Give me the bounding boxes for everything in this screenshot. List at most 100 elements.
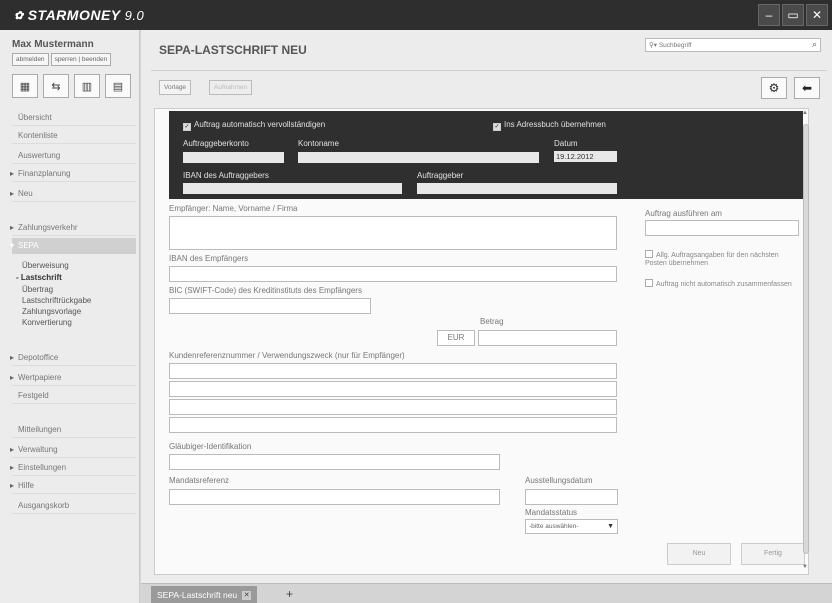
- logout-button[interactable]: abmelden: [12, 53, 49, 66]
- fertig-button[interactable]: Fertig: [741, 543, 805, 565]
- search-placeholder: Suchbegriff: [658, 41, 692, 49]
- kontoname-field[interactable]: [298, 152, 539, 163]
- search-input[interactable]: ⚲▾ Suchbegriff ⌕: [645, 38, 821, 52]
- sidebar-item-sepa[interactable]: SEPA: [10, 238, 136, 254]
- sidebar-item-finanzplanung[interactable]: Finanzplanung: [10, 166, 136, 182]
- tab-sepa-lastschrift-neu[interactable]: SEPA-Lastschrift neu ✕: [151, 586, 258, 603]
- sidebar-item-kontenliste[interactable]: Kontenliste: [12, 128, 136, 144]
- sidebar-item-auswertung[interactable]: Auswertung: [12, 148, 136, 164]
- chart-icon[interactable]: ▥: [74, 74, 100, 98]
- sidebar-item-einstellungen[interactable]: Einstellungen: [10, 460, 136, 476]
- iban-auftraggeber-label: IBAN des Auftraggebers: [183, 171, 269, 180]
- iban-empfaenger-label: IBAN des Empfängers: [169, 254, 249, 263]
- sidebar-item-depotoffice[interactable]: Depotoffice: [10, 350, 136, 366]
- checkbox-icon[interactable]: [645, 279, 653, 287]
- page-title: SEPA-LASTSCHRIFT NEU: [159, 43, 307, 57]
- mandatsreferenz-label: Mandatsreferenz: [169, 476, 230, 485]
- ausfuehren-am-field[interactable]: [645, 220, 799, 236]
- sidebar-item-hilfe[interactable]: Hilfe: [10, 478, 136, 494]
- check-adressbuch[interactable]: ✓ Ins Adressbuch übernehmen: [493, 120, 606, 131]
- verwendungszweck-label: Kundenreferenznummer / Verwendungszweck …: [169, 351, 405, 360]
- add-tab-icon[interactable]: +: [286, 587, 293, 601]
- checkbox-icon[interactable]: [645, 250, 653, 258]
- scroll-up-icon[interactable]: ▲: [802, 110, 808, 116]
- verwendungszweck-line-1[interactable]: [169, 363, 617, 379]
- sidebar-item-uebersicht[interactable]: Übersicht: [12, 110, 136, 126]
- glaeubiger-field[interactable]: [169, 454, 500, 470]
- aufnahmen-button[interactable]: Aufnahmen: [209, 80, 253, 95]
- maximize-button[interactable]: ▭: [782, 4, 804, 26]
- betrag-field[interactable]: [478, 330, 617, 346]
- auftraggeber-label: Auftraggeber: [417, 171, 464, 180]
- sidebar-item-neu[interactable]: Neu: [10, 186, 136, 202]
- sidebar-sub-lastschrift[interactable]: - Lastschrift: [16, 272, 62, 283]
- verwendungszweck-line-4[interactable]: [169, 417, 617, 433]
- kontoname-label: Kontoname: [298, 139, 339, 148]
- back-arrow-icon[interactable]: ⬅: [794, 77, 820, 99]
- check-allg-angaben[interactable]: Allg. Auftragsangaben für den nächsten P…: [645, 250, 795, 268]
- scroll-down-icon[interactable]: ▼: [802, 564, 808, 570]
- empfaenger-field[interactable]: [169, 216, 617, 250]
- tab-close-icon[interactable]: ✕: [242, 590, 252, 600]
- settings-icon[interactable]: ⚙: [761, 77, 787, 99]
- currency-field: EUR: [437, 330, 475, 346]
- app-version: 9.0: [124, 7, 145, 23]
- lock-quit-button[interactable]: sperren | beenden: [50, 53, 112, 66]
- scroll-thumb[interactable]: [803, 124, 809, 554]
- iban-auftraggeber-field[interactable]: [183, 183, 402, 194]
- cards-icon[interactable]: ▦: [12, 74, 38, 98]
- mandatsreferenz-field[interactable]: [169, 489, 500, 505]
- datum-label: Datum: [554, 139, 578, 148]
- form-panel: ✓ Auftrag automatisch vervollständigen ✓ I…: [154, 108, 809, 575]
- app-logo: ✿ STARMONEY 9.0: [14, 7, 144, 23]
- datum-field[interactable]: 19.12.2012: [554, 151, 617, 162]
- iban-empfaenger-field[interactable]: [169, 266, 617, 282]
- close-button[interactable]: ✕: [806, 4, 828, 26]
- main-area: SEPA-LASTSCHRIFT NEU ⚲▾ Suchbegriff ⌕ Vo…: [141, 30, 832, 603]
- sidebar: Max Mustermann abmelden sperren | beende…: [0, 30, 140, 603]
- vorlage-button[interactable]: Vorlage: [159, 80, 192, 95]
- sidebar-sub-uebertrag[interactable]: Übertrag: [22, 284, 53, 295]
- toolbar-divider: [151, 70, 827, 71]
- search-icon[interactable]: ⌕: [812, 39, 817, 50]
- transfer-icon[interactable]: ⇆: [43, 74, 69, 98]
- auftraggeberkonto-field[interactable]: [183, 152, 284, 163]
- sidebar-item-ausgangskorb[interactable]: Ausgangskorb: [12, 498, 136, 514]
- minimize-button[interactable]: –: [758, 4, 780, 26]
- search-scope-icon[interactable]: ⚲▾: [649, 41, 659, 49]
- document-icon[interactable]: ▤: [105, 74, 131, 98]
- sidebar-item-festgeld[interactable]: Festgeld: [12, 388, 136, 404]
- verwendungszweck-line-2[interactable]: [169, 381, 617, 397]
- check-icon[interactable]: ✓: [493, 123, 501, 131]
- ausstellungsdatum-label: Ausstellungsdatum: [525, 476, 593, 485]
- sidebar-sub-konvertierung[interactable]: Konvertierung: [22, 317, 72, 328]
- bic-field[interactable]: [169, 298, 371, 314]
- sidebar-sub-ueberweisung[interactable]: Überweisung: [22, 260, 69, 271]
- starmoney-logo-icon: ✿: [14, 9, 24, 22]
- title-bar: ✿ STARMONEY 9.0 – ▭ ✕: [0, 0, 832, 30]
- sidebar-item-mitteilungen[interactable]: Mitteilungen: [12, 422, 136, 438]
- empfaenger-label: Empfänger: Name, Vorname / Firma: [169, 204, 298, 213]
- form-scrollbar[interactable]: ▲ ▼: [801, 108, 811, 575]
- check-auto-complete[interactable]: ✓ Auftrag automatisch vervollständigen: [183, 120, 325, 131]
- sidebar-item-wertpapiere[interactable]: Wertpapiere: [10, 370, 136, 386]
- betrag-label: Betrag: [480, 317, 504, 326]
- sidebar-sub-zahlungsvorlage[interactable]: Zahlungsvorlage: [22, 306, 81, 317]
- ausfuehren-am-label: Auftrag ausführen am: [645, 209, 722, 218]
- mandatsstatus-select[interactable]: -bitte auswählen- ▼: [525, 519, 618, 534]
- check-icon[interactable]: ✓: [183, 123, 191, 131]
- auftraggeber-section: ✓ Auftrag automatisch vervollständigen ✓ I…: [169, 111, 803, 199]
- bic-label: BIC (SWIFT-Code) des Kreditinstituts des…: [169, 286, 362, 295]
- sidebar-item-verwaltung[interactable]: Verwaltung: [10, 442, 136, 458]
- check-nicht-zusammenfassen[interactable]: Auftrag nicht automatisch zusammenfassen: [645, 279, 795, 289]
- sidebar-item-zahlungsverkehr[interactable]: Zahlungsverkehr: [10, 220, 136, 236]
- chevron-down-icon: ▼: [607, 523, 614, 530]
- tab-bar: SEPA-Lastschrift neu ✕ +: [141, 583, 832, 603]
- sidebar-sub-lastschriftrueckgabe[interactable]: Lastschriftrückgabe: [22, 295, 91, 306]
- auftraggeber-field[interactable]: [417, 183, 617, 194]
- neu-button[interactable]: Neu: [667, 543, 731, 565]
- verwendungszweck-line-3[interactable]: [169, 399, 617, 415]
- logo-text: STARMONEY: [27, 7, 121, 23]
- ausstellungsdatum-field[interactable]: [525, 489, 618, 505]
- user-name: Max Mustermann: [12, 39, 94, 50]
